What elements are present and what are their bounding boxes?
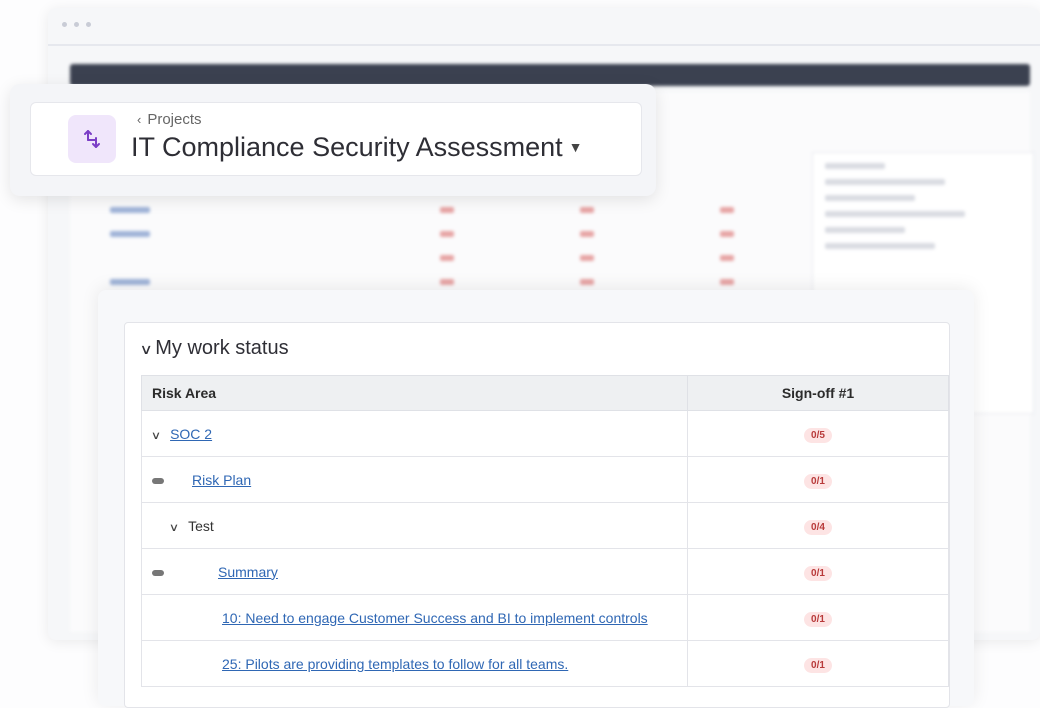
signoff-cell: 0/5 bbox=[687, 410, 949, 457]
chevron-down-icon[interactable]: ∨ bbox=[151, 429, 161, 442]
risk-area-cell: 10: Need to engage Customer Success and … bbox=[141, 594, 688, 641]
signoff-cell: 0/1 bbox=[687, 456, 949, 503]
status-badge: 0/1 bbox=[804, 473, 832, 489]
status-badge: 0/4 bbox=[804, 519, 832, 535]
risk-area-cell: Risk Plan bbox=[141, 456, 688, 503]
chevron-down-icon: ∨ bbox=[139, 341, 153, 357]
column-header-risk-area: Risk Area bbox=[141, 375, 688, 411]
work-status-panel: ∨ My work status Risk Area Sign-off #1 ∨ S… bbox=[124, 322, 950, 708]
document-pill-icon bbox=[152, 477, 164, 484]
row-link-item-10[interactable]: 10: Need to engage Customer Success and … bbox=[222, 610, 648, 626]
work-status-toggle[interactable]: ∨ My work status bbox=[139, 337, 289, 360]
row-link-soc2[interactable]: SOC 2 bbox=[170, 426, 212, 442]
panel-title: My work status bbox=[155, 337, 289, 359]
column-header-signoff: Sign-off #1 bbox=[687, 375, 949, 411]
risk-area-cell: ∨ Test bbox=[141, 502, 688, 549]
row-link-risk-plan[interactable]: Risk Plan bbox=[192, 472, 251, 488]
breadcrumb-projects[interactable]: ‹ Projects bbox=[137, 111, 202, 128]
row-label-test: Test bbox=[188, 517, 214, 534]
project-title: IT Compliance Security Assessment bbox=[131, 132, 563, 162]
work-status-table: Risk Area Sign-off #1 ∨ SOC 2 0/5 Risk Pl… bbox=[141, 375, 949, 687]
transfer-arrows-icon bbox=[68, 115, 116, 163]
project-header-card: ‹ Projects IT Compliance Security Assessm… bbox=[10, 84, 656, 196]
status-badge: 0/5 bbox=[804, 427, 832, 443]
bg-row bbox=[80, 202, 780, 220]
caret-down-icon: ▼ bbox=[568, 139, 583, 155]
bg-row bbox=[80, 250, 780, 268]
background-navbar bbox=[70, 64, 1030, 86]
chevron-down-icon[interactable]: ∨ bbox=[169, 521, 179, 534]
table-row: ∨ SOC 2 0/5 bbox=[141, 410, 949, 457]
table-row: Risk Plan 0/1 bbox=[141, 456, 949, 503]
risk-area-cell: ∨ SOC 2 bbox=[141, 410, 688, 457]
document-pill-icon bbox=[152, 569, 164, 576]
signoff-cell: 0/1 bbox=[687, 640, 949, 687]
table-header-row: Risk Area Sign-off #1 bbox=[141, 375, 949, 411]
work-status-card: ∨ My work status Risk Area Sign-off #1 ∨ S… bbox=[98, 290, 974, 708]
row-link-item-25[interactable]: 25: Pilots are providing templates to fo… bbox=[222, 656, 568, 672]
chevron-left-icon: ‹ bbox=[137, 112, 142, 127]
project-title-dropdown[interactable]: IT Compliance Security Assessment ▼ bbox=[131, 132, 583, 163]
table-row: 25: Pilots are providing templates to fo… bbox=[141, 640, 949, 687]
table-row: Summary 0/1 bbox=[141, 548, 949, 595]
row-link-summary[interactable]: Summary bbox=[218, 564, 278, 580]
window-controls bbox=[62, 22, 91, 27]
titlebar-divider bbox=[48, 44, 1040, 46]
signoff-cell: 0/1 bbox=[687, 594, 949, 641]
signoff-cell: 0/1 bbox=[687, 548, 949, 595]
status-badge: 0/1 bbox=[804, 611, 832, 627]
bg-row bbox=[80, 226, 780, 244]
table-row: 10: Need to engage Customer Success and … bbox=[141, 594, 949, 641]
breadcrumb-label: Projects bbox=[147, 111, 202, 128]
table-row: ∨ Test 0/4 bbox=[141, 502, 949, 549]
project-header: ‹ Projects IT Compliance Security Assessm… bbox=[30, 102, 642, 176]
risk-area-cell: 25: Pilots are providing templates to fo… bbox=[141, 640, 688, 687]
signoff-cell: 0/4 bbox=[687, 502, 949, 549]
status-badge: 0/1 bbox=[804, 565, 832, 581]
risk-area-cell: Summary bbox=[141, 548, 688, 595]
status-badge: 0/1 bbox=[804, 657, 832, 673]
